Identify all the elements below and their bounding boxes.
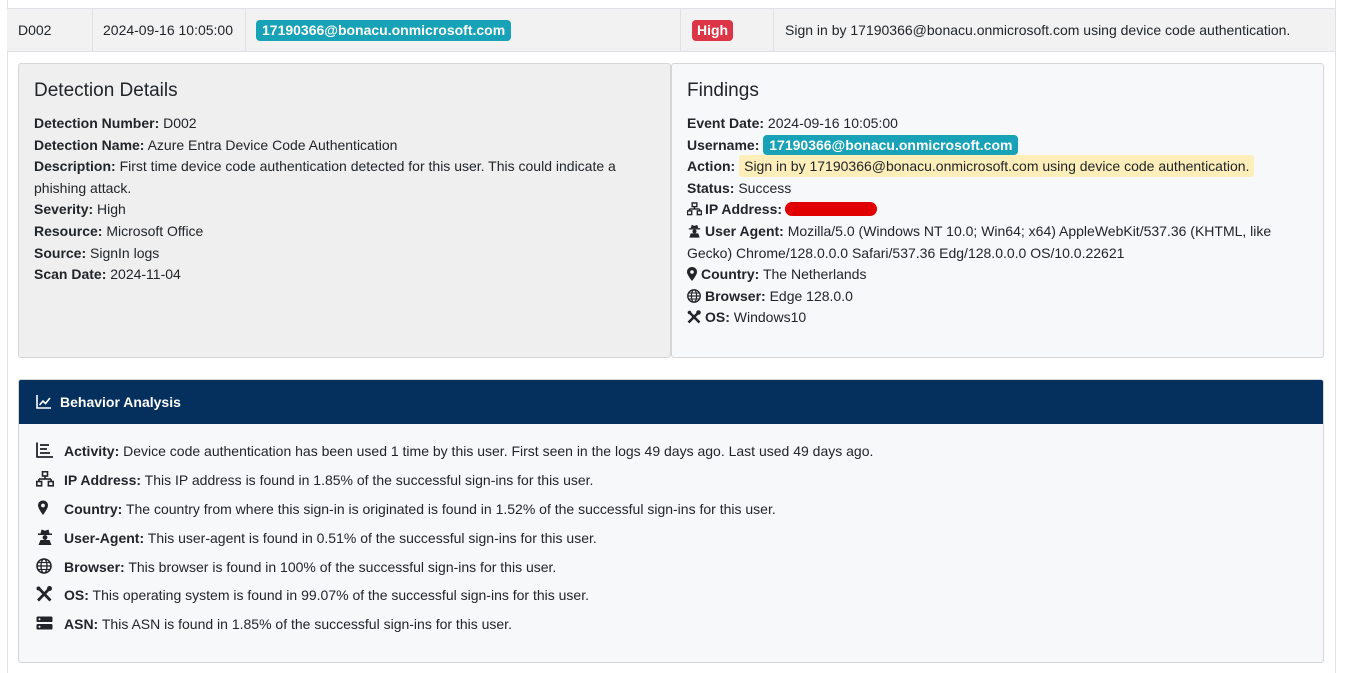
- location-pin-icon: [36, 500, 54, 516]
- behavior-text: This user-agent is found in 0.51% of the…: [147, 529, 597, 546]
- datetime-cell: 2024-09-16 10:05:00: [103, 22, 233, 38]
- country-value: The Netherlands: [762, 266, 867, 283]
- username-row: Username: 17190366@bonacu.onmicrosoft.co…: [687, 134, 1287, 157]
- action-label: Action:: [687, 158, 736, 175]
- table-row[interactable]: D002 2024-09-16 10:05:00 17190366@bonacu…: [7, 8, 1335, 52]
- globe-icon: [36, 557, 54, 574]
- resource-value: Microsoft Office: [106, 222, 204, 239]
- os-value: Windows10: [733, 309, 807, 326]
- behavior-label: User-Agent:: [64, 529, 145, 546]
- os-row: OS: Windows10: [687, 307, 1287, 329]
- behavior-label: ASN:: [64, 616, 99, 633]
- findings-list: Event Date: 2024-09-16 10:05:00 Username…: [687, 113, 1287, 329]
- page: D002 2024-09-16 10:05:00 17190366@bonacu…: [0, 0, 1346, 673]
- ip-address-label: IP Address:: [705, 201, 783, 218]
- network-icon: [687, 202, 702, 216]
- detection-number-value: D002: [163, 115, 197, 131]
- tools-icon: [687, 310, 702, 324]
- column-divider: [773, 9, 774, 51]
- detection-name-row: Detection Name: Azure Entra Device Code …: [34, 135, 654, 157]
- behavior-analysis-header: Behavior Analysis: [19, 380, 1323, 424]
- ip-address-row: IP Address:: [687, 199, 1287, 221]
- browser-value: Edge 128.0.0: [769, 287, 853, 304]
- behavior-text: The country from where this sign-in is o…: [125, 500, 776, 517]
- severity-row: Severity: High: [34, 199, 654, 221]
- detection-name-value: Azure Entra Device Code Authentication: [147, 136, 398, 153]
- tools-icon: [36, 586, 54, 602]
- event-date-row: Event Date: 2024-09-16 10:05:00: [687, 113, 1287, 135]
- server-icon: [36, 615, 54, 631]
- description-value: First time device code authentication de…: [34, 158, 616, 196]
- behavior-analysis-card: Behavior Analysis Activity: Device code …: [18, 379, 1324, 663]
- behavior-label: IP Address:: [64, 471, 142, 488]
- severity-badge: High: [692, 19, 734, 41]
- detection-details-card: Detection Details Detection Number: D002…: [18, 63, 671, 358]
- event-date-label: Event Date:: [687, 115, 765, 131]
- status-value: Success: [738, 179, 792, 196]
- user-secret-icon: [36, 529, 54, 545]
- description-label: Description:: [34, 158, 116, 175]
- severity-cell: High: [692, 9, 734, 51]
- action-row: Action: Sign in by 17190366@bonacu.onmic…: [687, 155, 1287, 178]
- table-border-left: [7, 0, 8, 673]
- user-agent-label: User Agent:: [705, 222, 784, 239]
- resource-label: Resource:: [34, 222, 103, 239]
- username-badge: 17190366@bonacu.onmicrosoft.com: [763, 134, 1019, 155]
- user-secret-icon: [687, 224, 702, 238]
- status-row: Status: Success: [687, 178, 1287, 200]
- scan-date-label: Scan Date:: [34, 266, 107, 283]
- detection-number-row: Detection Number: D002: [34, 113, 654, 135]
- scan-date-row: Scan Date: 2024-11-04: [34, 264, 654, 286]
- chart-line-icon: [36, 395, 52, 409]
- os-label: OS:: [705, 309, 730, 326]
- redacted-ip-address: [785, 202, 878, 217]
- username-label: Username:: [687, 136, 760, 153]
- username-cell: 17190366@bonacu.onmicrosoft.com: [256, 9, 512, 51]
- behavior-analysis-title: Behavior Analysis: [60, 394, 181, 410]
- severity-label: Severity:: [34, 201, 94, 218]
- behavior-label: Country:: [64, 500, 123, 517]
- behavior-label: OS:: [64, 587, 89, 604]
- source-value: SignIn logs: [90, 244, 160, 261]
- network-icon: [36, 470, 54, 487]
- detection-id-cell: D002: [18, 22, 52, 38]
- detection-details-title: Detection Details: [34, 80, 178, 101]
- username-badge: 17190366@bonacu.onmicrosoft.com: [256, 19, 512, 41]
- list-icon: [36, 442, 54, 458]
- table-border-right: [1335, 0, 1336, 673]
- resource-row: Resource: Microsoft Office: [34, 221, 654, 243]
- findings-card: Findings Event Date: 2024-09-16 10:05:00…: [671, 63, 1324, 358]
- behavior-text: This browser is found in 100% of the suc…: [128, 558, 557, 575]
- behavior-text: Device code authentication has been used…: [123, 443, 874, 459]
- behavior-label: Browser:: [64, 558, 125, 575]
- behavior-text: This ASN is found in 1.85% of the succes…: [101, 616, 512, 633]
- scan-date-value: 2024-11-04: [110, 266, 181, 283]
- browser-label: Browser:: [705, 287, 766, 304]
- description-row: Description: First time device code auth…: [34, 156, 654, 199]
- detection-name-label: Detection Name:: [34, 136, 145, 153]
- findings-title: Findings: [687, 80, 759, 101]
- browser-row: Browser: Edge 128.0.0: [687, 286, 1287, 308]
- event-date-value: 2024-09-16 10:05:00: [767, 115, 898, 131]
- detection-number-label: Detection Number:: [34, 115, 160, 131]
- country-row: Country: The Netherlands: [687, 264, 1287, 286]
- country-label: Country:: [701, 266, 760, 283]
- action-highlight: Sign in by 17190366@bonacu.onmicrosoft.c…: [739, 155, 1255, 178]
- column-divider: [245, 9, 246, 51]
- user-agent-row: User Agent: Mozilla/5.0 (Windows NT 10.0…: [687, 221, 1287, 264]
- behavior-text: This operating system is found in 99.07%…: [92, 587, 589, 604]
- description-cell: Sign in by 17190366@bonacu.onmicrosoft.c…: [785, 22, 1291, 38]
- detection-details-list: Detection Number: D002 Detection Name: A…: [34, 113, 654, 286]
- globe-icon: [687, 288, 702, 303]
- location-pin-icon: [687, 267, 698, 282]
- status-label: Status:: [687, 179, 735, 196]
- source-label: Source:: [34, 244, 87, 261]
- behavior-label: Activity:: [64, 443, 120, 459]
- behavior-text: This IP address is found in 1.85% of the…: [144, 471, 594, 488]
- severity-value: High: [97, 201, 126, 218]
- column-divider: [92, 9, 93, 51]
- source-row: Source: SignIn logs: [34, 243, 654, 265]
- column-divider: [680, 9, 681, 51]
